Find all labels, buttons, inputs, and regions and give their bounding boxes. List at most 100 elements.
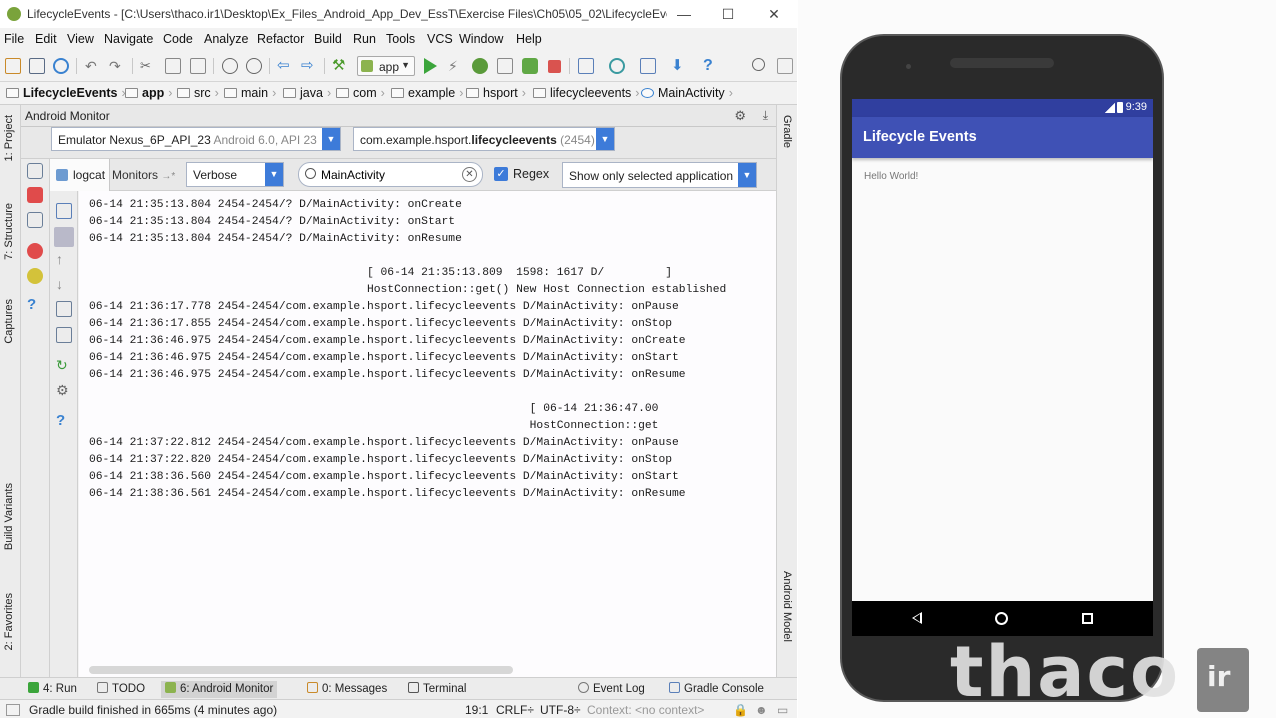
back-icon[interactable]: ⇦ <box>277 58 293 74</box>
help-icon[interactable]: ? <box>56 412 72 429</box>
replace-icon[interactable] <box>246 58 262 74</box>
clear-search-icon[interactable]: ✕ <box>462 167 477 182</box>
tab-run[interactable]: 4: Run <box>24 681 81 698</box>
tab-android-monitor[interactable]: 6: Android Monitor <box>161 681 278 698</box>
system-info-icon[interactable] <box>27 212 43 228</box>
tab-android-model[interactable]: Android Model <box>781 571 793 642</box>
open-folder-icon[interactable] <box>5 58 21 74</box>
home-icon[interactable] <box>995 612 1008 625</box>
logcat-output[interactable]: 06-14 21:35:13.804 2454-2454/? D/MainAct… <box>79 191 776 677</box>
filter-config-select[interactable]: Show only selected application ▼ <box>562 162 757 188</box>
make-project-icon[interactable]: ⚒ <box>332 58 348 74</box>
sync-gradle-icon[interactable] <box>609 58 625 74</box>
project-structure-icon[interactable] <box>640 58 656 74</box>
close-button[interactable]: ✕ <box>760 4 788 24</box>
tool-windows-icon[interactable] <box>6 704 20 716</box>
tab-event-log[interactable]: Event Log <box>574 681 649 698</box>
menu-run[interactable]: Run <box>353 32 376 46</box>
menu-file[interactable]: File <box>4 32 24 46</box>
crumb-mainactivity[interactable]: MainActivity › <box>641 86 733 100</box>
menu-navigate[interactable]: Navigate <box>104 32 153 46</box>
caret-position[interactable]: 19:1 <box>465 703 488 717</box>
crumb-com[interactable]: com › <box>336 86 385 100</box>
menu-refactor[interactable]: Refactor <box>257 32 304 46</box>
lock-icon[interactable]: 🔒 <box>733 703 748 717</box>
forward-icon[interactable]: ⇨ <box>301 58 317 74</box>
restart-icon[interactable]: ↻ <box>56 357 72 373</box>
line-separator[interactable]: CRLF÷ <box>496 703 534 717</box>
tab-gradle[interactable]: Gradle <box>781 115 793 148</box>
menu-help[interactable]: Help <box>516 32 542 46</box>
run-icon[interactable] <box>424 58 437 74</box>
crumb-example[interactable]: example › <box>391 86 463 100</box>
tab-build-variants[interactable]: Build Variants <box>3 483 15 550</box>
layout-inspector-icon[interactable] <box>27 268 43 284</box>
clear-logcat-icon[interactable] <box>56 203 72 219</box>
gear-icon[interactable]: ⚙ <box>734 108 746 124</box>
menu-view[interactable]: View <box>67 32 94 46</box>
minimize-button[interactable]: — <box>670 4 698 24</box>
back-icon[interactable] <box>912 612 922 624</box>
regex-checkbox[interactable]: ✓ <box>494 167 508 181</box>
find-icon[interactable] <box>222 58 238 74</box>
menu-vcs[interactable]: VCS <box>427 32 453 46</box>
crumb-app[interactable]: app › <box>125 86 172 100</box>
soft-wrap-icon[interactable] <box>56 301 72 317</box>
tab-monitors[interactable]: Monitors →* <box>112 168 175 182</box>
run-config-combo[interactable]: app ▼ <box>357 56 415 76</box>
maximize-button[interactable]: ☐ <box>714 4 742 24</box>
print-icon[interactable] <box>56 327 72 343</box>
horizontal-scrollbar[interactable] <box>89 666 513 674</box>
redo-icon[interactable]: ↷ <box>109 58 125 74</box>
hide-panel-icon[interactable]: ⤓ <box>763 108 768 123</box>
avd-manager-icon[interactable] <box>578 58 594 74</box>
cut-icon[interactable]: ✂ <box>140 58 156 74</box>
crumb-main[interactable]: main › <box>224 86 276 100</box>
layout-icon[interactable] <box>777 58 793 74</box>
crumb-project[interactable]: LifecycleEvents › <box>6 86 126 100</box>
menu-code[interactable]: Code <box>163 32 193 46</box>
tab-logcat[interactable]: logcat <box>50 159 110 191</box>
debug-icon[interactable] <box>472 58 488 74</box>
undo-icon[interactable]: ↶ <box>85 58 101 74</box>
file-encoding[interactable]: UTF-8÷ <box>540 703 581 717</box>
tab-todo[interactable]: TODO <box>93 681 149 698</box>
tab-captures[interactable]: Captures <box>3 299 15 344</box>
copy-icon[interactable] <box>165 58 181 74</box>
profile-icon[interactable] <box>497 58 513 74</box>
crumb-java[interactable]: java › <box>283 86 331 100</box>
up-arrow-icon[interactable]: ↑ <box>56 251 72 267</box>
screen-record-icon[interactable] <box>27 187 43 203</box>
attach-debugger-icon[interactable] <box>522 58 538 74</box>
crumb-src[interactable]: src › <box>177 86 219 100</box>
emulator-screen[interactable]: 9:39 Lifecycle Events Hello World! <box>852 99 1153 636</box>
search-everywhere-icon[interactable] <box>752 58 765 71</box>
gear-icon[interactable]: ⚙ <box>56 382 72 398</box>
menu-analyze[interactable]: Analyze <box>204 32 248 46</box>
help-icon[interactable]: ? <box>703 58 719 74</box>
menu-build[interactable]: Build <box>314 32 342 46</box>
screenshot-icon[interactable] <box>27 163 43 179</box>
menu-window[interactable]: Window <box>459 32 503 46</box>
apply-changes-icon[interactable]: ⚡ <box>448 58 464 74</box>
recents-icon[interactable] <box>1082 613 1093 624</box>
process-select[interactable]: com.example.hsport.lifecycleevents (2454… <box>353 127 615 151</box>
scroll-to-end-icon[interactable] <box>54 227 74 247</box>
menu-edit[interactable]: Edit <box>35 32 57 46</box>
crumb-hsport[interactable]: hsport › <box>466 86 526 100</box>
paste-icon[interactable] <box>190 58 206 74</box>
event-icon[interactable]: ▭ <box>777 703 788 717</box>
stop-icon[interactable] <box>548 60 561 73</box>
device-select[interactable]: Emulator Nexus_6P_API_23 Android 6.0, AP… <box>51 127 341 151</box>
sdk-manager-icon[interactable]: ⬇ <box>671 58 687 74</box>
inspector-icon[interactable]: ☻ <box>755 703 768 717</box>
log-level-select[interactable]: Verbose ▼ <box>186 162 284 187</box>
tab-messages[interactable]: 0: Messages <box>303 681 391 698</box>
menu-tools[interactable]: Tools <box>386 32 415 46</box>
sync-icon[interactable] <box>53 58 69 74</box>
save-icon[interactable] <box>29 58 45 74</box>
tab-terminal[interactable]: Terminal <box>404 681 470 698</box>
tab-gradle-console[interactable]: Gradle Console <box>665 681 768 698</box>
terminate-app-icon[interactable] <box>27 243 43 259</box>
tab-favorites[interactable]: 2: Favorites <box>3 593 15 650</box>
